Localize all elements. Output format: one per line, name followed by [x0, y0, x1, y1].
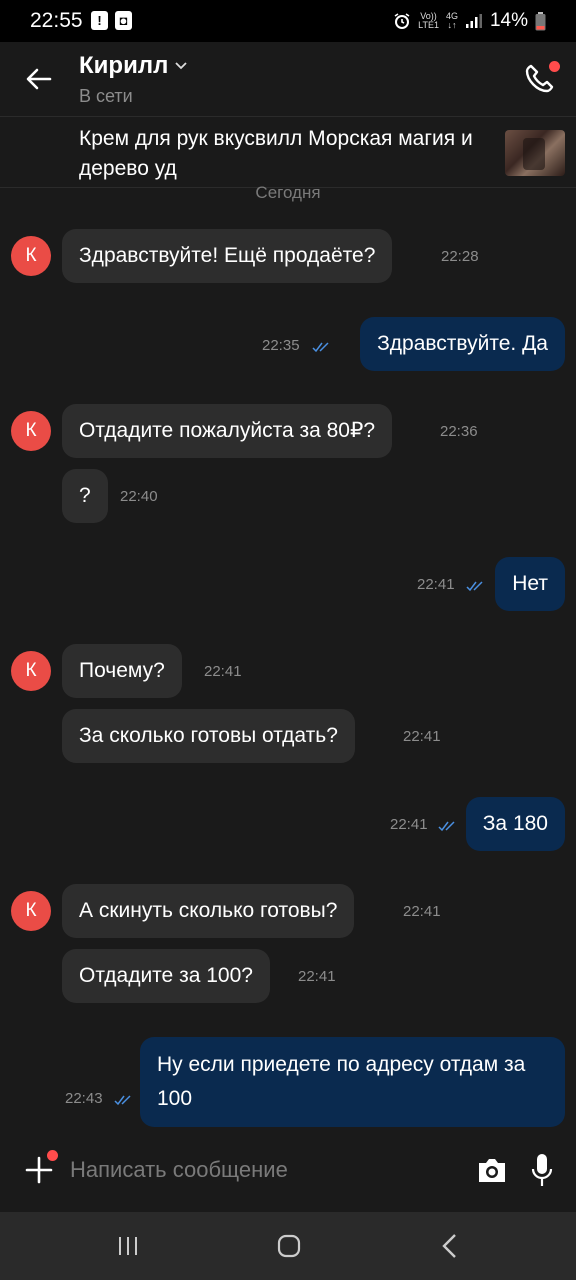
message-time: 22:28 [441, 248, 479, 265]
product-title: Крем для рук вкусвилл Морская магия и де… [79, 127, 473, 180]
message-bubble-incoming[interactable]: А скинуть сколько готовы? [62, 884, 355, 938]
app-notification-icon: ◘ [115, 11, 132, 30]
product-thumbnail [505, 130, 565, 176]
message-time: 22:43 [65, 1090, 103, 1107]
message-bubble-outgoing[interactable]: Ну если приедете по адресу отдам за 100 [140, 1037, 565, 1127]
message-bubble-incoming[interactable]: Здравствуйте! Ещё продаёте? [62, 229, 393, 283]
message-bubble-incoming[interactable]: Почему? [62, 644, 182, 698]
message-time: 22:40 [120, 488, 158, 505]
message-bubble-outgoing[interactable]: Нет [495, 557, 565, 611]
message-bubble-outgoing[interactable]: За 180 [465, 797, 565, 851]
message-time: 22:41 [403, 728, 441, 745]
product-card[interactable]: Крем для рук вкусвилл Морская магия и де… [0, 116, 576, 188]
message-bubble-incoming[interactable]: ? [62, 469, 108, 523]
read-ticks-icon [438, 821, 455, 832]
message-time: 22:41 [204, 663, 242, 680]
battery-percent: 14% [489, 10, 528, 31]
volte-indicator: Vo)) LTE1 [418, 11, 439, 30]
microphone-icon[interactable] [530, 1152, 554, 1188]
read-ticks-icon [114, 1095, 131, 1106]
home-icon[interactable] [277, 1234, 301, 1258]
status-bar: 22:55 ! ◘ Vo)) LTE1 4G ↓↑ 14% [0, 0, 576, 42]
call-notification-dot [549, 61, 560, 72]
chat-header: Кирилл В сети [0, 42, 576, 116]
read-ticks-icon [466, 581, 483, 592]
battery-icon [535, 11, 546, 30]
nav-back-icon[interactable] [440, 1233, 460, 1259]
signal-icon [465, 14, 482, 28]
system-navigation-bar [0, 1212, 576, 1280]
read-ticks-icon [312, 342, 329, 353]
chevron-down-icon[interactable] [174, 59, 188, 73]
message-time: 22:41 [417, 576, 455, 593]
message-time: 22:41 [403, 903, 441, 920]
camera-icon[interactable] [476, 1156, 508, 1184]
recents-icon[interactable] [117, 1235, 139, 1257]
network-gen-indicator: 4G ↓↑ [445, 11, 458, 30]
avatar[interactable]: К [11, 411, 51, 451]
avatar[interactable]: К [11, 891, 51, 931]
message-bubble-incoming[interactable]: Отдадите за 100? [62, 949, 270, 1003]
date-separator: Сегодня [255, 183, 321, 202]
message-bubble-incoming[interactable]: За сколько готовы отдать? [62, 709, 355, 763]
contact-status: В сети [79, 86, 133, 106]
back-arrow-icon[interactable] [22, 62, 56, 96]
message-composer [0, 1128, 576, 1212]
message-time: 22:35 [262, 337, 300, 354]
avatar[interactable]: К [11, 236, 51, 276]
message-time: 22:41 [298, 968, 336, 985]
contact-name[interactable]: Кирилл [79, 52, 168, 80]
message-bubble-outgoing[interactable]: Здравствуйте. Да [360, 317, 565, 371]
attach-notification-dot [47, 1150, 58, 1161]
message-input[interactable] [70, 1150, 450, 1190]
alarm-icon [394, 13, 410, 29]
message-bubble-incoming[interactable]: Отдадите пожалуйста за 80₽? [62, 404, 393, 458]
message-time: 22:41 [390, 816, 428, 833]
avatar[interactable]: К [11, 651, 51, 691]
alert-notification-icon: ! [91, 11, 108, 30]
message-time: 22:36 [440, 423, 478, 440]
status-time: 22:55 [30, 9, 83, 32]
